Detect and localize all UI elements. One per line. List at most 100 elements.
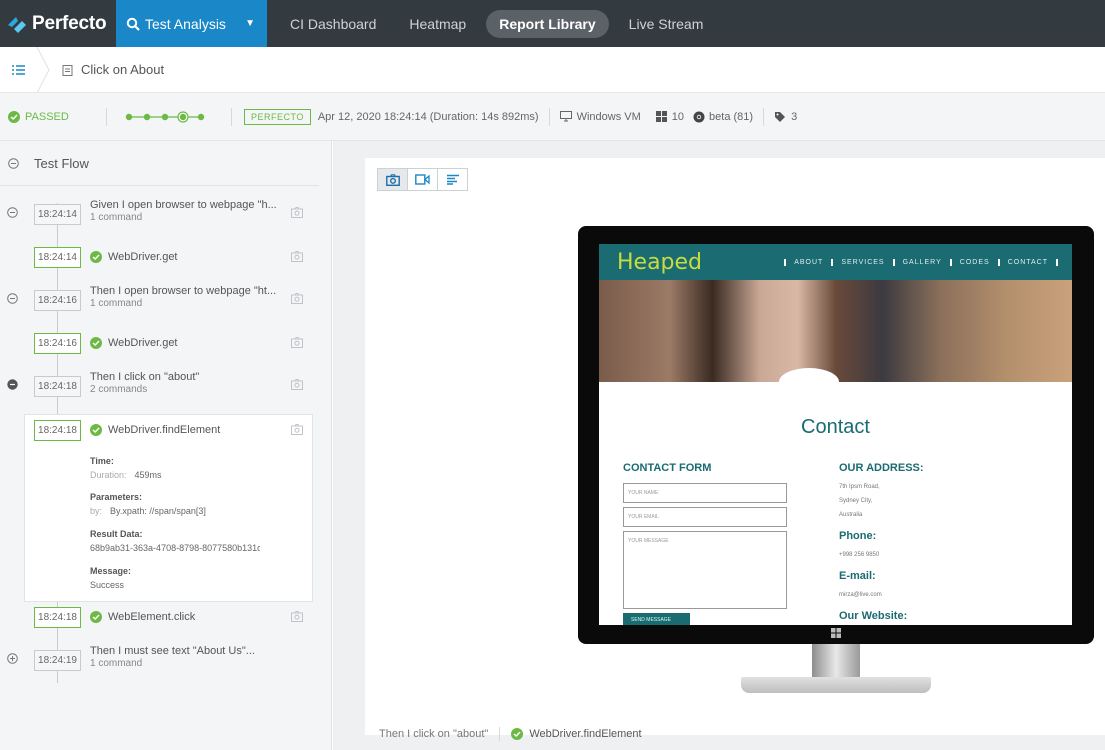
device-screenshot[interactable]: Heaped ABOUT SERVICES GALLERY CODES CONT… bbox=[599, 244, 1072, 625]
test-analysis-label: Test Analysis bbox=[145, 15, 226, 32]
detail-message-value: Success bbox=[90, 580, 125, 590]
screenshot-icon[interactable] bbox=[291, 424, 303, 438]
message-field: YOUR MESSAGE bbox=[623, 531, 787, 609]
screenshot-view-button[interactable] bbox=[377, 168, 408, 191]
screenshot-icon[interactable] bbox=[291, 251, 303, 265]
status-badge: PASSED bbox=[0, 110, 96, 123]
command-name: WebDriver.findElement bbox=[108, 424, 221, 436]
collapse-all-icon[interactable] bbox=[0, 157, 26, 169]
flow-step[interactable]: 18:24:18 Then I click on "about" 2 comma… bbox=[0, 366, 312, 406]
chevron-down-icon: ▼ bbox=[245, 18, 255, 29]
page-title: Click on About bbox=[81, 62, 165, 77]
flow-step[interactable]: 18:24:19 Then I must see text "About Us"… bbox=[0, 640, 312, 680]
divider bbox=[499, 727, 501, 741]
tab-report-library[interactable]: Report Library bbox=[486, 9, 609, 38]
email-value: mirza@live.com bbox=[839, 592, 882, 598]
detail-parameters: Parameters: by: By.xpath: //span/span[3] bbox=[90, 492, 206, 516]
step-title: Then I open browser to webpage "ht... bbox=[90, 285, 277, 297]
clipboard-icon bbox=[62, 64, 73, 76]
detail-duration-value: 459ms bbox=[134, 470, 162, 480]
test-analysis-menu[interactable]: Test Analysis ▼ bbox=[116, 0, 267, 47]
status-text: PASSED bbox=[25, 110, 69, 123]
camera-icon bbox=[385, 173, 400, 186]
test-flow-header: Test Flow bbox=[0, 141, 319, 186]
screenshot-icon[interactable] bbox=[291, 207, 303, 221]
flow-command-selected[interactable]: 18:24:18 WebDriver.findElement bbox=[0, 410, 312, 450]
browser-info: beta (81) bbox=[693, 111, 753, 123]
log-view-button[interactable] bbox=[437, 168, 468, 191]
list-menu-icon[interactable] bbox=[0, 47, 36, 93]
step-title: Then I click on "about" bbox=[90, 371, 200, 383]
run-history-dots[interactable] bbox=[117, 110, 221, 123]
detail-result: Result Data: 68b9ab31-363a-4708-8798-807… bbox=[90, 529, 260, 553]
address-line: Sydney City, bbox=[839, 498, 873, 504]
flow-step[interactable]: 18:24:14 Given I open browser to webpage… bbox=[0, 194, 312, 234]
flow-step[interactable]: 18:24:16 Then I open browser to webpage … bbox=[0, 280, 312, 320]
step-time: 18:24:18 bbox=[34, 376, 81, 397]
flow-command[interactable]: 18:24:14 WebDriver.get bbox=[0, 237, 312, 277]
run-datetime: Apr 12, 2020 18:24:14 (Duration: 14s 892… bbox=[317, 110, 539, 123]
project-tag: PERFECTO bbox=[244, 108, 311, 125]
step-subtitle: 2 commands bbox=[90, 384, 148, 395]
detail-result-value: 68b9ab31-363a-4708-8798-8077580b131c bbox=[90, 543, 260, 553]
tag-icon bbox=[775, 111, 786, 122]
collapse-icon[interactable] bbox=[7, 293, 18, 307]
chrome-icon bbox=[693, 111, 705, 122]
email-title: E-mail: bbox=[839, 570, 876, 582]
website-nav-item: ABOUT bbox=[784, 258, 831, 266]
tab-ci-dashboard[interactable]: CI Dashboard bbox=[277, 10, 389, 38]
windows-icon bbox=[655, 111, 667, 122]
collapse-icon[interactable] bbox=[7, 207, 18, 221]
tags-info[interactable]: 3 bbox=[774, 111, 797, 123]
screenshot-icon[interactable] bbox=[291, 337, 303, 351]
caption-command: WebDriver.findElement bbox=[529, 728, 642, 740]
step-time: 18:24:18 bbox=[34, 420, 81, 441]
address-text: 7th Ipsm Road, Sydney City, Australia bbox=[839, 480, 999, 522]
website-nav-item: SERVICES bbox=[831, 258, 892, 266]
step-title: Then I must see text "About Us"... bbox=[90, 645, 255, 657]
command-name: WebDriver.get bbox=[108, 251, 178, 263]
windows-logo-icon bbox=[831, 628, 841, 638]
check-circle-icon bbox=[90, 251, 102, 263]
phone-value: +998 256 9850 bbox=[839, 552, 880, 558]
divider bbox=[548, 107, 550, 126]
video-icon bbox=[415, 174, 430, 185]
divider bbox=[231, 107, 232, 126]
tab-heatmap[interactable]: Heatmap bbox=[396, 10, 479, 38]
tab-live-stream[interactable]: Live Stream bbox=[616, 10, 717, 38]
video-view-button[interactable] bbox=[407, 168, 438, 191]
command-name: WebDriver.get bbox=[108, 337, 178, 349]
screenshot-icon[interactable] bbox=[291, 611, 303, 625]
website-title: Our Website: bbox=[839, 610, 908, 622]
current-step-caption: Then I click on "about" WebDriver.findEl… bbox=[379, 727, 642, 741]
name-field: YOUR NAME bbox=[623, 483, 787, 503]
platform-text: Windows VM bbox=[576, 110, 641, 123]
flow-command[interactable]: 18:24:16 WebDriver.get bbox=[0, 323, 312, 363]
status-bar: PASSED PERFECTO Apr 12, 2020 18:24:14 (D… bbox=[0, 93, 1105, 141]
magnifier-icon bbox=[126, 17, 140, 31]
expand-icon[interactable] bbox=[7, 653, 18, 667]
screenshot-icon[interactable] bbox=[291, 379, 303, 393]
flow-command[interactable]: 18:24:18 WebElement.click bbox=[0, 597, 312, 637]
divider bbox=[763, 107, 765, 126]
send-message-button: SEND MESSAGE bbox=[623, 613, 690, 625]
email-field: YOUR EMAIL bbox=[623, 507, 787, 527]
tags-count: 3 bbox=[791, 110, 798, 123]
check-circle-icon bbox=[90, 424, 102, 436]
detail-duration-key: Duration: bbox=[90, 470, 127, 480]
os-version-text: 10 bbox=[671, 110, 685, 123]
view-mode-toolbar bbox=[377, 168, 468, 191]
check-circle-icon bbox=[8, 110, 20, 123]
device-screenshot-frame: Heaped ABOUT SERVICES GALLERY CODES CONT… bbox=[578, 226, 1094, 644]
brand[interactable]: Perfecto bbox=[0, 0, 116, 47]
step-subtitle: 1 command bbox=[90, 298, 143, 309]
step-time: 18:24:16 bbox=[34, 290, 81, 311]
perfecto-logo-icon bbox=[8, 16, 26, 33]
os-info: 10 bbox=[655, 110, 685, 123]
website-contact-form: CONTACT FORM YOUR NAME YOUR EMAIL YOUR M… bbox=[623, 462, 787, 625]
step-subtitle: 1 command bbox=[90, 658, 143, 669]
text-lines-icon bbox=[446, 174, 459, 185]
website-heading: Contact bbox=[801, 416, 870, 438]
collapse-filled-icon[interactable] bbox=[7, 379, 18, 393]
screenshot-icon[interactable] bbox=[291, 293, 303, 307]
